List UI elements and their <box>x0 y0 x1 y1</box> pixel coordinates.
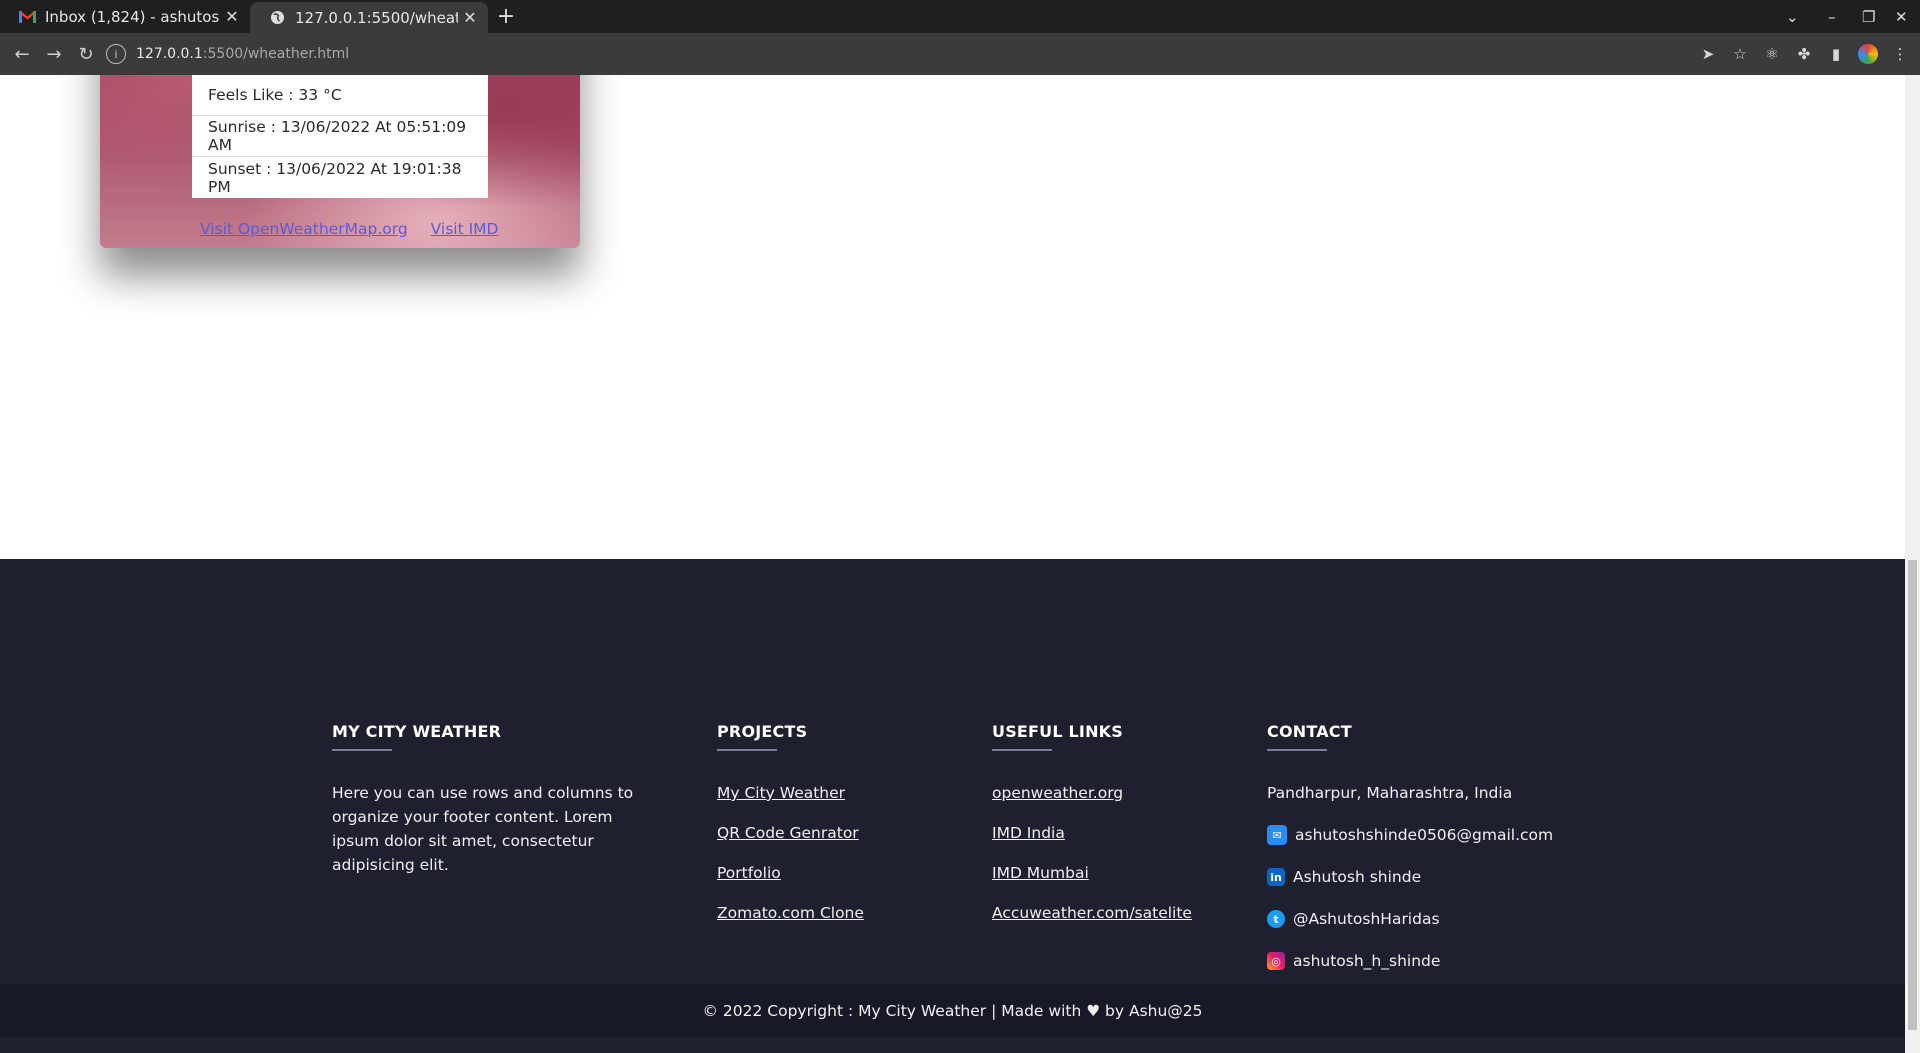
tab-weather[interactable]: 127.0.0.1:5500/wheather. ✕ <box>250 2 488 33</box>
close-icon[interactable]: ✕ <box>458 8 482 27</box>
useful-link[interactable]: IMD India <box>992 821 1192 845</box>
contact-instagram: ◎ ashutosh_h_shinde <box>1267 949 1553 973</box>
reload-icon[interactable]: ↻ <box>70 38 102 70</box>
useful-link[interactable]: openweather.org <box>992 781 1192 805</box>
useful-link[interactable]: IMD Mumbai <box>992 861 1192 885</box>
footer-projects: PROJECTS My City Weather QR Code Genrato… <box>717 722 864 941</box>
heading-divider <box>717 749 777 751</box>
toolbar-actions: ➤ ☆ ⚛ ✤ ▮ ⋮ <box>1692 33 1920 75</box>
linkedin-icon: in <box>1267 868 1285 886</box>
footer: MY CITY WEATHER Here you can use rows an… <box>0 559 1905 984</box>
useful-link[interactable]: Accuweather.com/satelite <box>992 901 1192 925</box>
footer-bottom-strip <box>0 1038 1905 1053</box>
twitter-text: @AshutoshHaridas <box>1293 910 1440 928</box>
openweathermap-link[interactable]: Visit OpenWeatherMap.org <box>200 220 408 238</box>
back-arrow-icon[interactable]: ← <box>6 38 38 70</box>
url-host: 127.0.0.1 <box>136 46 203 62</box>
project-link[interactable]: My City Weather <box>717 781 864 805</box>
sunrise-row: Sunrise : 13/06/2022 At 05:51:09 AM <box>192 116 488 157</box>
linkedin-text: Ashutosh shinde <box>1293 868 1422 886</box>
gmail-icon <box>19 8 36 25</box>
new-tab-button[interactable]: + <box>488 0 524 33</box>
project-link[interactable]: Zomato.com Clone <box>717 901 864 925</box>
twitter-icon: t <box>1267 910 1285 928</box>
menu-kebab-icon[interactable]: ⋮ <box>1884 38 1916 70</box>
footer-heading: USEFUL LINKS <box>992 722 1123 741</box>
email-text: ashutoshshinde0506@gmail.com <box>1295 826 1554 844</box>
contact-linkedin: in Ashutosh shinde <box>1267 865 1553 889</box>
project-link[interactable]: QR Code Genrator <box>717 821 864 845</box>
info-icon[interactable]: i <box>106 44 126 64</box>
browser-toolbar: ← → ↻ i 127.0.0.1:5500/wheather.html ➤ ☆… <box>0 33 1920 75</box>
copyright-text: © 2022 Copyright : My City Weather | Mad… <box>702 1002 1203 1020</box>
tab-title: Inbox (1,824) - ashutosh.s <box>45 7 220 26</box>
sunset-row: Sunset : 13/06/2022 At 19:01:38 PM <box>208 159 462 196</box>
footer-heading: PROJECTS <box>717 722 808 741</box>
contact-twitter: t @AshutoshHaridas <box>1267 907 1553 931</box>
project-link[interactable]: Portfolio <box>717 861 864 885</box>
close-window-icon[interactable]: ✕ <box>1895 0 1908 33</box>
bookmark-star-icon[interactable]: ☆ <box>1724 38 1756 70</box>
card-links: Visit OpenWeatherMap.org Visit IMD <box>200 220 516 238</box>
contact-address: Pandharpur, Maharashtra, India <box>1267 781 1553 805</box>
avatar[interactable] <box>1852 38 1884 70</box>
footer-heading: MY CITY WEATHER <box>332 722 502 741</box>
heading-divider <box>1267 749 1327 751</box>
footer-contact: CONTACT Pandharpur, Maharashtra, India ✉… <box>1267 722 1553 991</box>
extensions-puzzle-icon[interactable]: ✤ <box>1788 38 1820 70</box>
instagram-icon: ◎ <box>1267 952 1285 970</box>
footer-about-text: Here you can use rows and columns to org… <box>332 784 634 874</box>
tab-inbox[interactable]: Inbox (1,824) - ashutosh.s ✕ <box>0 0 250 33</box>
address-bar[interactable]: i 127.0.0.1:5500/wheather.html <box>106 38 1716 70</box>
tab-search-icon[interactable]: ⌄ <box>1786 0 1799 33</box>
feels-like-row: Feels Like : 33 °C <box>192 75 488 116</box>
heading-divider <box>332 749 392 751</box>
globe-icon <box>269 9 286 26</box>
address-text: Pandharpur, Maharashtra, India <box>1267 784 1513 802</box>
forward-arrow-icon[interactable]: → <box>38 38 70 70</box>
close-icon[interactable]: ✕ <box>220 7 244 26</box>
scrollbar-thumb[interactable] <box>1908 560 1917 1030</box>
restore-icon[interactable]: ❐ <box>1862 0 1875 33</box>
imd-link[interactable]: Visit IMD <box>431 220 499 238</box>
page-viewport: Feels Like : 33 °C Sunrise : 13/06/2022 … <box>0 75 1905 1053</box>
extension-react-icon[interactable]: ⚛ <box>1756 38 1788 70</box>
copyright-bar: © 2022 Copyright : My City Weather | Mad… <box>0 984 1905 1038</box>
mail-icon: ✉ <box>1267 825 1287 845</box>
contact-email: ✉ ashutoshshinde0506@gmail.com <box>1267 823 1553 847</box>
footer-heading: CONTACT <box>1267 722 1352 741</box>
tab-title: 127.0.0.1:5500/wheather. <box>295 8 458 27</box>
weather-details-list: Feels Like : 33 °C Sunrise : 13/06/2022 … <box>192 75 488 198</box>
page-scrollbar[interactable] <box>1905 75 1920 1053</box>
minimize-icon[interactable]: – <box>1828 0 1836 33</box>
footer-useful-links: USEFUL LINKS openweather.org IMD India I… <box>992 722 1192 941</box>
side-panel-icon[interactable]: ▮ <box>1820 38 1852 70</box>
send-icon[interactable]: ➤ <box>1692 38 1724 70</box>
footer-about: MY CITY WEATHER Here you can use rows an… <box>332 722 642 877</box>
weather-card: Feels Like : 33 °C Sunrise : 13/06/2022 … <box>100 75 580 248</box>
browser-tab-bar: Inbox (1,824) - ashutosh.s ✕ 127.0.0.1:5… <box>0 0 1920 33</box>
instagram-text: ashutosh_h_shinde <box>1293 952 1441 970</box>
heading-divider <box>992 749 1052 751</box>
url-path: :5500/wheather.html <box>202 46 350 62</box>
